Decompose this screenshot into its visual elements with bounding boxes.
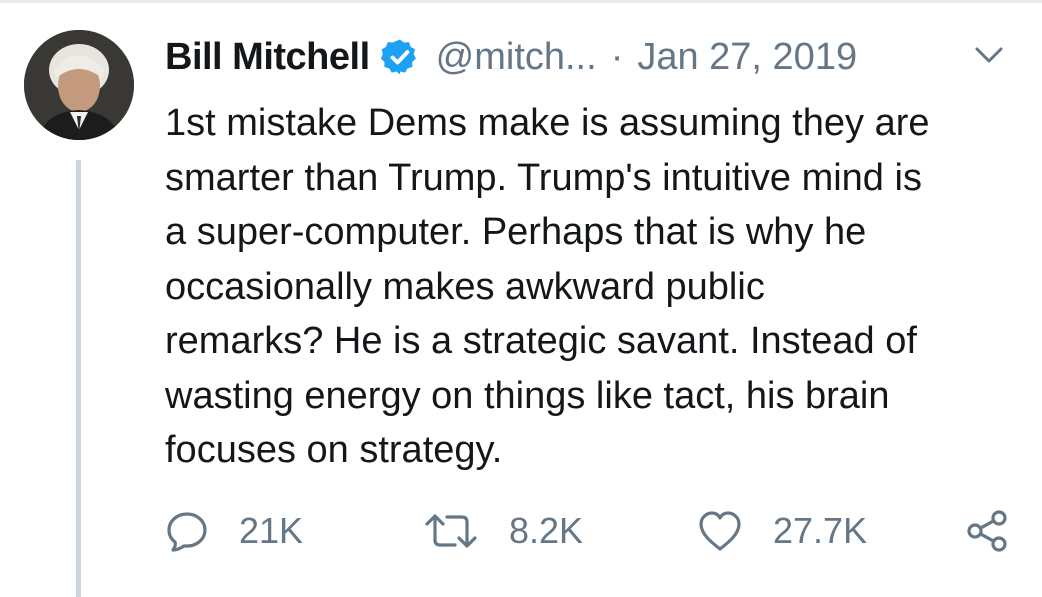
like-count: 27.7K — [773, 510, 868, 551]
share-icon — [965, 508, 1011, 554]
avatar[interactable] — [24, 30, 134, 140]
like-button[interactable]: 27.7K — [697, 506, 867, 556]
reply-count: 21K — [239, 510, 304, 551]
tweet-header: Bill Mitchell @mitch... · Jan 27, 2019 — [165, 34, 857, 80]
tweet-text: 1st mistake Dems make is assuming they a… — [165, 102, 930, 471]
reply-button[interactable]: 21K — [165, 506, 303, 556]
share-button[interactable] — [965, 506, 1011, 556]
tweet-actions: 21K 8.2K 27.7K — [165, 506, 1025, 556]
top-divider — [0, 0, 1042, 3]
user-handle[interactable]: @mitch... — [436, 34, 597, 80]
retweet-button[interactable]: 8.2K — [423, 506, 583, 556]
reply-bubble-icon — [165, 509, 209, 553]
separator-dot: · — [610, 36, 624, 78]
tweet-date[interactable]: Jan 27, 2019 — [637, 34, 857, 80]
thread-line — [76, 160, 81, 597]
retweet-count: 8.2K — [509, 510, 584, 551]
chevron-down-icon[interactable] — [972, 38, 1006, 72]
display-name[interactable]: Bill Mitchell — [165, 34, 370, 80]
verified-badge-icon — [380, 37, 420, 77]
heart-icon — [697, 509, 743, 553]
retweet-arrows-icon — [423, 509, 479, 553]
